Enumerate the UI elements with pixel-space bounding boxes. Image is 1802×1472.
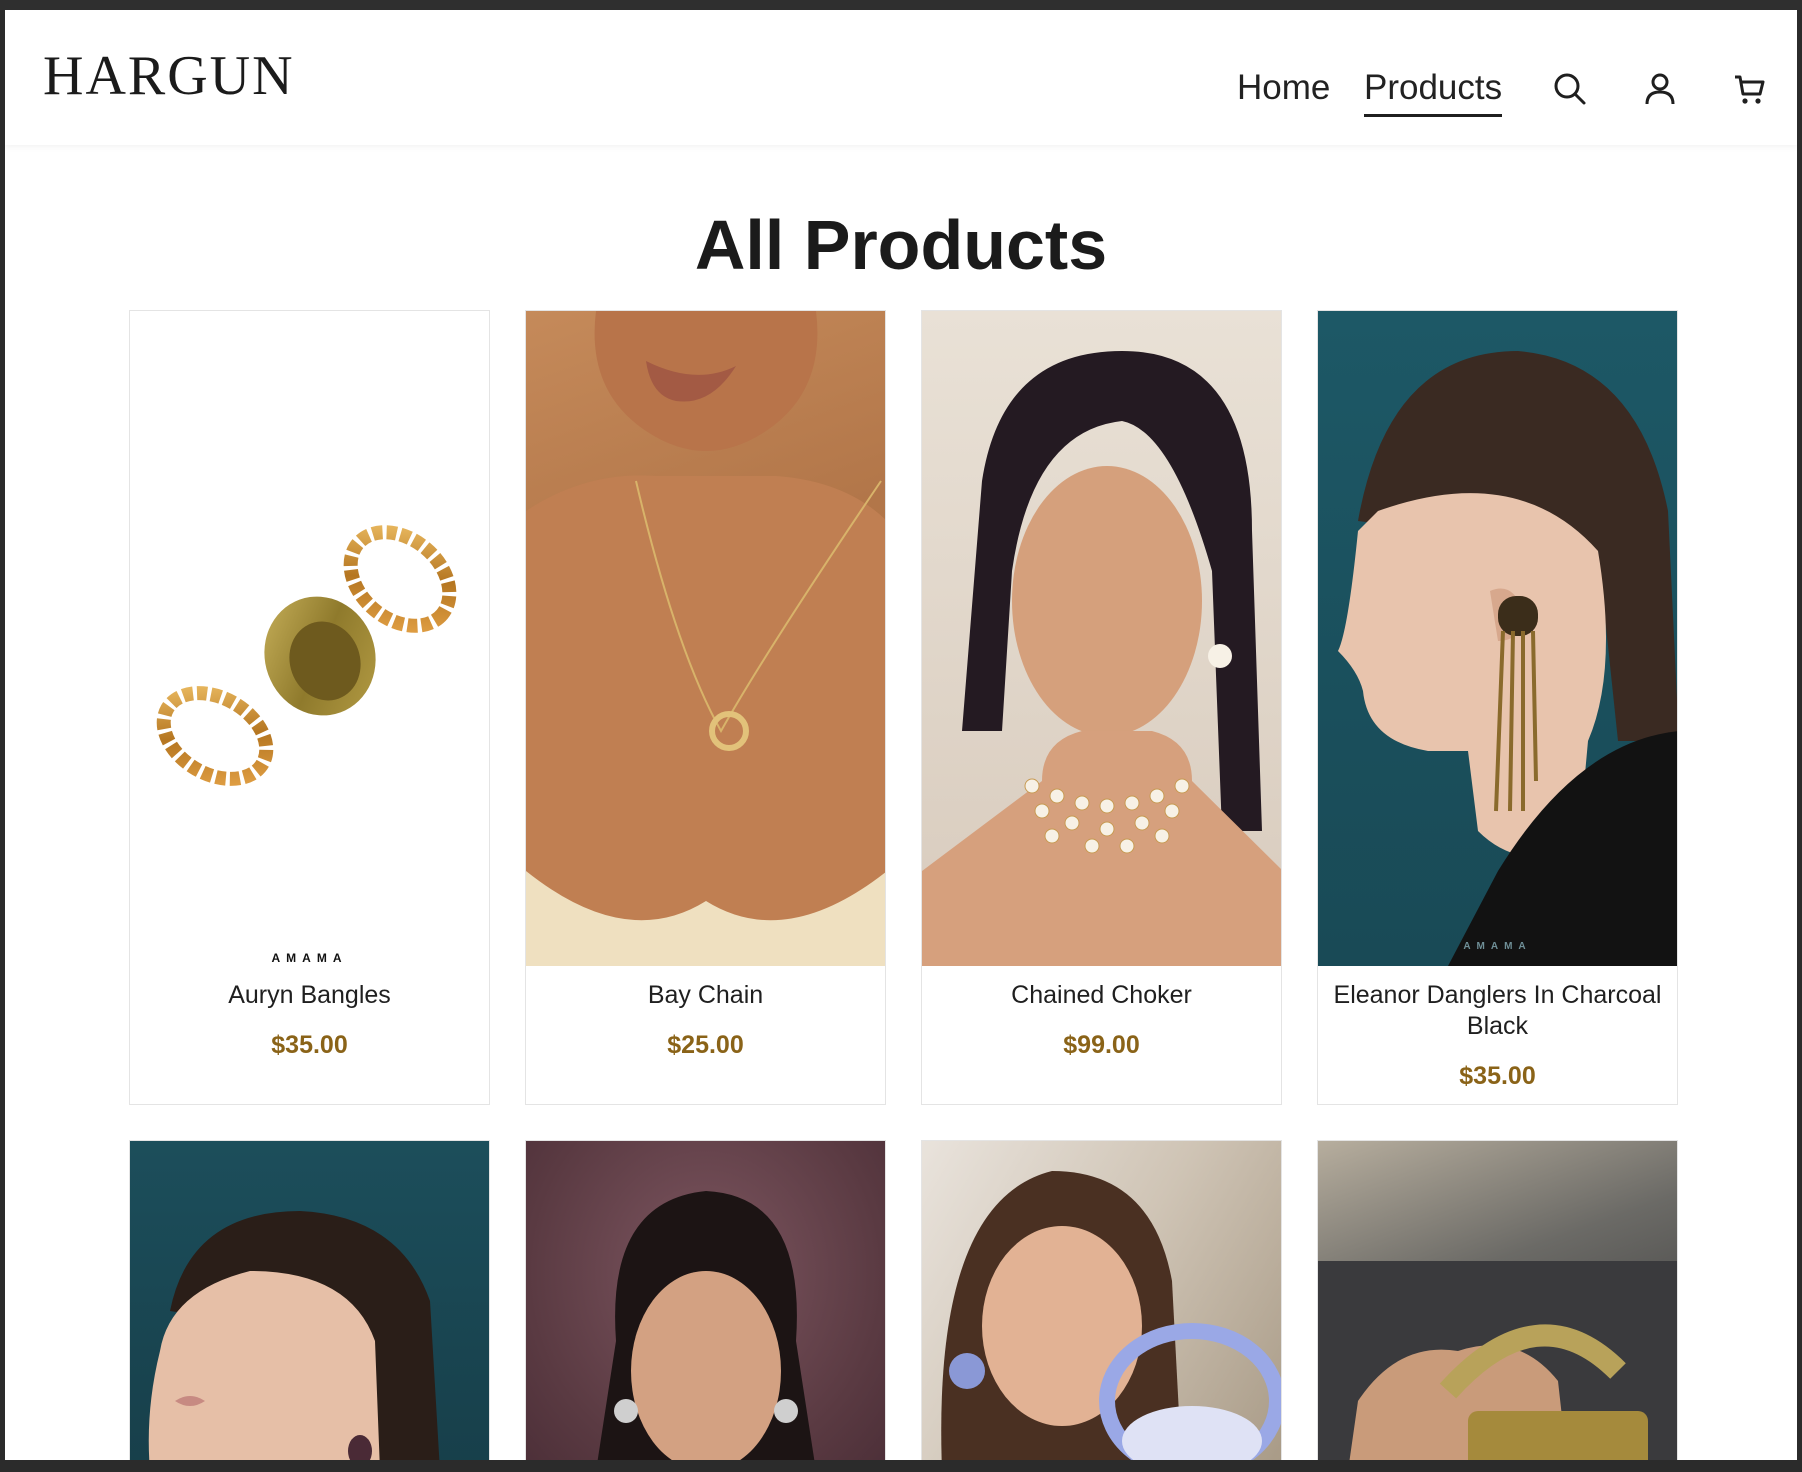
nav-products-link[interactable]: Products <box>1364 70 1503 117</box>
product-price: $35.00 <box>1459 1062 1536 1090</box>
window-top-edge <box>0 0 1802 10</box>
product-card[interactable] <box>129 1140 490 1460</box>
product-name[interactable]: Bay Chain <box>526 980 885 1011</box>
site-logo[interactable]: HARGUN <box>43 48 295 104</box>
product-image[interactable] <box>526 1141 885 1460</box>
product-card[interactable] <box>525 1140 886 1460</box>
site-header: HARGUN Home Products <box>5 10 1797 145</box>
product-price: $99.00 <box>1063 1031 1140 1059</box>
product-image[interactable] <box>1318 1141 1677 1460</box>
product-image-chained-choker[interactable] <box>922 311 1281 966</box>
product-name[interactable]: Auryn Bangles <box>130 980 489 1011</box>
product-card[interactable] <box>921 1140 1282 1460</box>
brand-watermark: AMAMA <box>271 951 348 965</box>
cart-icon[interactable] <box>1733 72 1767 106</box>
browser-viewport: HARGUN Home Products All Products AMAMA … <box>5 10 1797 1460</box>
product-price: $35.00 <box>271 1031 348 1059</box>
nav-home-link[interactable]: Home <box>1237 70 1330 105</box>
product-name[interactable]: Eleanor Danglers In Charcoal Black <box>1318 980 1677 1042</box>
page-title: All Products <box>694 206 1108 284</box>
product-card-chained-choker[interactable]: Chained Choker $99.00 <box>921 310 1282 1105</box>
product-card-auryn-bangles[interactable]: AMAMA Auryn Bangles $35.00 <box>129 310 490 1105</box>
product-name[interactable]: Chained Choker <box>922 980 1281 1011</box>
product-image[interactable] <box>130 1141 489 1460</box>
product-image[interactable] <box>922 1141 1281 1460</box>
search-icon[interactable] <box>1553 72 1587 106</box>
product-image-eleanor-danglers[interactable]: AMAMA <box>1318 311 1677 966</box>
product-image-bay-chain[interactable] <box>526 311 885 966</box>
brand-watermark: AMAMA <box>1463 941 1532 952</box>
product-price: $25.00 <box>667 1031 744 1059</box>
product-card-eleanor-danglers[interactable]: AMAMA Eleanor Danglers In Charcoal Black… <box>1317 310 1678 1105</box>
product-card-bay-chain[interactable]: Bay Chain $25.00 <box>525 310 886 1105</box>
account-icon[interactable] <box>1643 72 1677 106</box>
product-image-auryn-bangles[interactable]: AMAMA <box>130 311 489 966</box>
product-card[interactable] <box>1317 1140 1678 1460</box>
